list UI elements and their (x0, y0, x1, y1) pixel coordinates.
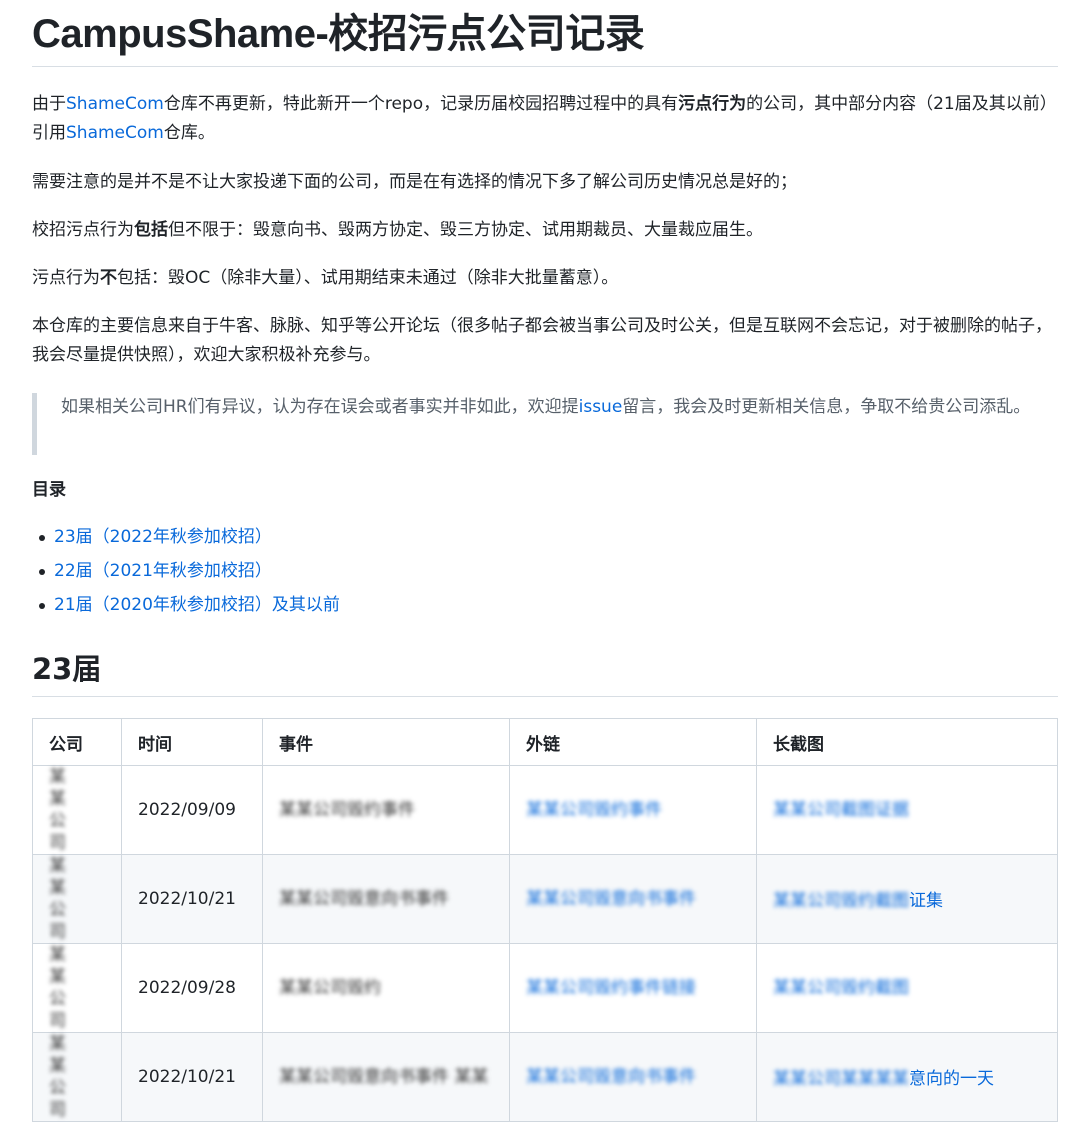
include-bold: 包括 (134, 220, 168, 240)
source-paragraph: 本仓库的主要信息来自于牛客、脉脉、知乎等公开论坛（很多帖子都会被当事公司及时公关… (32, 316, 1052, 365)
exclude-text-2: 包括：毁OC（除非大量）、试用期结束未通过（除非大批量蓄意）。 (117, 268, 619, 288)
cell-date: 2022/09/28 (121, 943, 263, 1033)
exclude-paragraph: 污点行为不包括：毁OC（除非大量）、试用期结束未通过（除非大批量蓄意）。 (32, 264, 1058, 293)
event-text-blurred: 某某公司毁约 (279, 978, 381, 998)
toc-heading: 目录 (32, 480, 66, 500)
header-time: 时间 (121, 718, 263, 766)
intro-text-2: 仓库不再更新，特此新开一个repo，记录历届校园招聘过程中的具有 (163, 94, 679, 114)
table-row: 某某公司 2022/09/28 某某公司毁约 某某公司毁约事件链接 某某公司毁约… (32, 943, 1058, 1033)
note-paragraph: 需要注意的是并不是不让大家投递下面的公司，而是在有选择的情况下多了解公司历史情况… (32, 172, 797, 192)
section-heading-23: 23届 (32, 646, 1058, 697)
header-screenshot: 长截图 (756, 718, 1058, 766)
toc-link-22[interactable]: 22届（2021年秋参加校招） (54, 561, 272, 581)
event-text-blurred: 某某公司毁意向书事件 (279, 889, 449, 909)
screenshot-link-suffix[interactable]: 意向的一天 (909, 1069, 994, 1089)
cell-company: 某某公司 (32, 854, 122, 944)
screenshot-link-suffix[interactable]: 证集 (909, 891, 943, 911)
cell-screenshot: 某某公司截图证据 (756, 765, 1058, 855)
header-company: 公司 (32, 718, 122, 766)
cell-link: 某某公司毁意向书事件 (509, 1032, 757, 1122)
cell-date: 2022/10/21 (121, 1032, 263, 1122)
exclude-text-1: 污点行为 (32, 268, 100, 288)
table-header-row: 公司 时间 事件 外链 长截图 (32, 718, 1058, 766)
toc-item: 23届（2022年秋参加校招） (39, 520, 340, 554)
external-link-blurred[interactable]: 某某公司毁约事件链接 (526, 977, 696, 999)
include-text-1: 校招污点行为 (32, 220, 134, 240)
intro-bold: 污点行为 (678, 94, 747, 114)
include-paragraph: 校招污点行为包括但不限于：毁意向书、毁两方协定、毁三方协定、试用期裁员、大量裁应… (32, 216, 1058, 245)
cell-screenshot: 某某公司毁约截图 (756, 943, 1058, 1033)
table-row: 某某公司 2022/10/21 某某公司毁意向书事件 某某公司毁意向书事件 某某… (32, 854, 1058, 944)
event-text-blurred: 某某公司毁意向书事件 某某 (279, 1067, 489, 1087)
cell-company: 某某公司 (32, 1032, 122, 1122)
intro-text-4: 仓库。 (163, 123, 215, 143)
screenshot-link-blurred[interactable]: 某某公司某某某某 (773, 1068, 909, 1090)
issue-link[interactable]: issue (579, 397, 623, 417)
event-text-blurred: 某某公司毁约事件 (279, 800, 415, 820)
screenshot-link-blurred[interactable]: 某某公司截图证据 (773, 799, 909, 821)
external-link-blurred[interactable]: 某某公司毁意向书事件 (526, 888, 696, 910)
company-name-blurred: 某某公司 (49, 767, 66, 853)
readme-page: CampusShame-校招污点公司记录 由于ShameCom仓库不再更新，特此… (32, 0, 1058, 1122)
toc-link-21[interactable]: 21届（2020年秋参加校招）及其以前 (54, 595, 340, 615)
cell-company: 某某公司 (32, 765, 122, 855)
company-name-blurred: 某某公司 (49, 1034, 66, 1120)
table-row: 某某公司 2022/10/21 某某公司毁意向书事件 某某 某某公司毁意向书事件… (32, 1032, 1058, 1122)
external-link-blurred[interactable]: 某某公司毁约事件 (526, 799, 662, 821)
hr-notice-quote: 如果相关公司HR们有异议，认为存在误会或者事实并非如此，欢迎提issue留言，我… (32, 393, 1041, 455)
company-name-blurred: 某某公司 (49, 856, 66, 942)
toc-list: 23届（2022年秋参加校招） 22届（2021年秋参加校招） 21届（2020… (32, 520, 340, 622)
screenshot-link-blurred[interactable]: 某某公司毁约截图 (773, 890, 909, 912)
intro-text-1: 由于 (32, 94, 66, 114)
shamecom-link[interactable]: ShameCom (66, 94, 164, 114)
cell-event: 某某公司毁约事件 (262, 765, 510, 855)
cell-event: 某某公司毁约 (262, 943, 510, 1033)
toc-link-23[interactable]: 23届（2022年秋参加校招） (54, 527, 272, 547)
shamecom-link-2[interactable]: ShameCom (66, 123, 164, 143)
company-table: 公司 时间 事件 外链 长截图 某某公司 2022/09/09 某某公司毁约事件… (32, 718, 1058, 1122)
intro-paragraph: 由于ShameCom仓库不再更新，特此新开一个repo，记录历届校园招聘过程中的… (32, 90, 1058, 148)
exclude-bold: 不 (100, 268, 117, 288)
table-row: 某某公司 2022/09/09 某某公司毁约事件 某某公司毁约事件 某某公司截图… (32, 765, 1058, 855)
cell-link: 某某公司毁约事件链接 (509, 943, 757, 1033)
toc-item: 21届（2020年秋参加校招）及其以前 (39, 588, 340, 622)
page-title: CampusShame-校招污点公司记录 (32, 0, 1058, 67)
cell-link: 某某公司毁约事件 (509, 765, 757, 855)
header-link: 外链 (509, 718, 757, 766)
cell-event: 某某公司毁意向书事件 (262, 854, 510, 944)
quote-text-2: 留言，我会及时更新相关信息，争取不给贵公司添乱。 (622, 397, 1031, 417)
cell-date: 2022/10/21 (121, 854, 263, 944)
cell-company: 某某公司 (32, 943, 122, 1033)
include-text-2: 但不限于：毁意向书、毁两方协定、毁三方协定、试用期裁员、大量裁应届生。 (168, 220, 763, 240)
quote-text-1: 如果相关公司HR们有异议，认为存在误会或者事实并非如此，欢迎提 (61, 397, 579, 417)
cell-screenshot: 某某公司某某某某意向的一天 (756, 1032, 1058, 1122)
toc-item: 22届（2021年秋参加校招） (39, 554, 340, 588)
quote-paragraph: 如果相关公司HR们有异议，认为存在误会或者事实并非如此，欢迎提issue留言，我… (61, 393, 1041, 422)
cell-screenshot: 某某公司毁约截图证集 (756, 854, 1058, 944)
cell-event: 某某公司毁意向书事件 某某 (262, 1032, 510, 1122)
header-event: 事件 (262, 718, 510, 766)
external-link-blurred[interactable]: 某某公司毁意向书事件 (526, 1066, 696, 1088)
company-name-blurred: 某某公司 (49, 945, 66, 1031)
screenshot-link-blurred[interactable]: 某某公司毁约截图 (773, 977, 909, 999)
cell-date: 2022/09/09 (121, 765, 263, 855)
cell-link: 某某公司毁意向书事件 (509, 854, 757, 944)
